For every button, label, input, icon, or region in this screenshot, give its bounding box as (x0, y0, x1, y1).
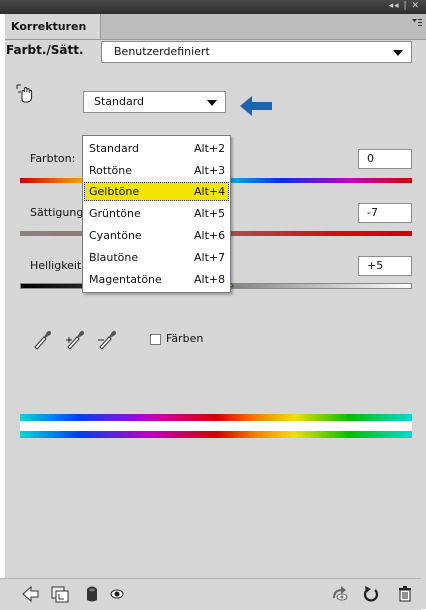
clip-layer-icon[interactable] (51, 585, 69, 603)
colorize-checkbox[interactable] (150, 334, 161, 345)
visibility-eye-icon[interactable] (108, 585, 126, 603)
preset-dropdown[interactable]: Benutzerdefiniert (101, 41, 412, 63)
title-bar-controls[interactable]: ◂◂ | ✕ (389, 1, 420, 11)
panel-footer (0, 578, 421, 610)
mask-icon[interactable] (83, 585, 101, 603)
hue-label: Farbton: (30, 152, 76, 165)
chevron-down-icon (207, 100, 217, 106)
channel-dropdown[interactable]: Standard (83, 91, 226, 113)
saturation-label: Sättigung: (30, 206, 82, 219)
hue-value-field[interactable]: 0 (358, 149, 412, 169)
preset-value: Benutzerdefiniert (114, 45, 210, 58)
trash-icon[interactable] (396, 585, 414, 603)
menu-item-blautoene[interactable]: Blautöne Alt+7 (84, 248, 229, 267)
spectrum-range-gap (20, 421, 412, 431)
annotation-arrow-icon (240, 96, 272, 116)
menu-item-standard[interactable]: Standard Alt+2 (84, 139, 229, 158)
tab-strip: Korrekturen (5, 14, 426, 40)
lightness-value-field[interactable]: +5 (358, 256, 412, 276)
channel-value: Standard (94, 95, 145, 108)
title-bar: ◂◂ | ✕ (0, 0, 426, 14)
chevron-down-icon (393, 50, 403, 56)
menu-item-magentatoene[interactable]: Magentatöne Alt+8 (84, 270, 229, 289)
eyedropper-minus-icon[interactable] (97, 328, 117, 350)
reset-icon[interactable] (362, 585, 380, 603)
tab-korrekturen[interactable]: Korrekturen (5, 14, 101, 39)
spectrum-bar-top (20, 414, 412, 421)
eyedropper-plus-icon[interactable] (65, 328, 85, 350)
preset-label: Farbt./Sätt. (6, 43, 84, 57)
back-arrow-icon[interactable] (22, 585, 40, 603)
channel-dropdown-menu: Standard Alt+2 Rottöne Alt+3 Gelbtöne Al… (82, 135, 231, 293)
hand-adjust-icon[interactable] (16, 84, 36, 104)
saturation-value-field[interactable]: -7 (358, 203, 412, 223)
view-previous-icon[interactable] (331, 585, 349, 603)
eyedropper-icon[interactable] (32, 328, 52, 350)
panel-menu-icon[interactable] (412, 18, 422, 29)
lightness-label: Helligkeit: (30, 259, 82, 272)
colorize-label: Färben (166, 332, 204, 345)
menu-item-cyantoene[interactable]: Cyantöne Alt+6 (84, 226, 229, 245)
menu-item-rottoene[interactable]: Rottöne Alt+3 (84, 161, 229, 180)
menu-item-gruentoene[interactable]: Grüntöne Alt+5 (84, 204, 229, 223)
spectrum-bar-bottom (20, 431, 412, 438)
menu-item-gelbtoene[interactable]: Gelbtöne Alt+4 (84, 182, 229, 201)
